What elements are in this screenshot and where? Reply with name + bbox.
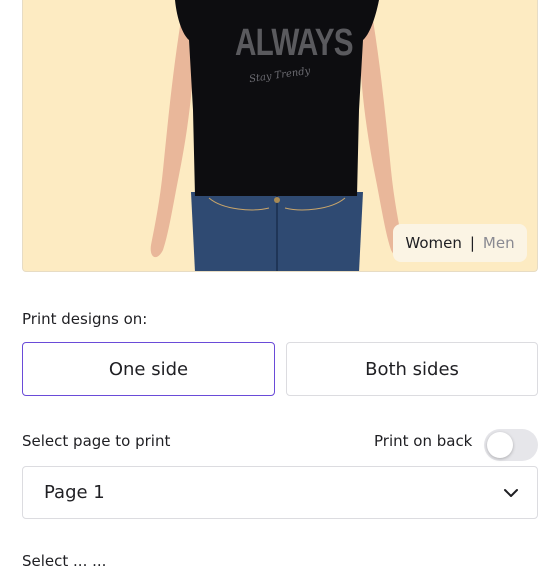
gender-toggle: Women | Men: [393, 224, 527, 262]
gender-women-option[interactable]: Women: [405, 234, 461, 252]
shirt-print-main: ALWAYS: [235, 22, 354, 64]
one-side-button[interactable]: One side: [22, 342, 275, 396]
one-side-label: One side: [108, 358, 189, 380]
select-page-label: Select page to print: [22, 432, 171, 450]
print-on-back-toggle[interactable]: [484, 429, 538, 461]
chevron-down-icon: [504, 488, 518, 497]
gender-men-option[interactable]: Men: [483, 234, 515, 252]
next-section-label: Select ... ...: [22, 552, 107, 570]
both-sides-button[interactable]: Both sides: [286, 342, 538, 396]
product-preview: ALWAYS Stay Trendy Women | Men: [22, 0, 538, 272]
page-select-value: Page 1: [44, 482, 105, 503]
both-sides-label: Both sides: [365, 358, 459, 380]
print-on-back-label: Print on back: [374, 432, 473, 450]
toggle-knob: [487, 432, 513, 458]
gender-separator: |: [469, 234, 475, 252]
print-designs-label: Print designs on:: [22, 310, 148, 328]
page-select[interactable]: Page 1: [22, 466, 538, 519]
